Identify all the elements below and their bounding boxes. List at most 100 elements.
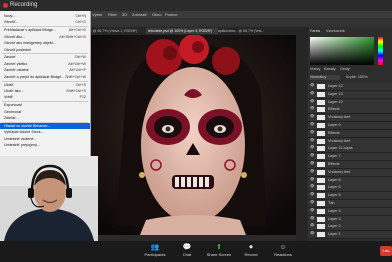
layer-row[interactable]: 👁 Layer 1	[308, 231, 392, 240]
visibility-eye-icon[interactable]: 👁	[310, 223, 314, 227]
layer-row[interactable]: 👁 Layer 2	[308, 223, 392, 232]
visibility-eye-icon[interactable]: 👁	[310, 169, 314, 173]
layer-thumbnail	[317, 185, 325, 191]
layer-row[interactable]: 👁 Vnútorný tieň	[308, 168, 392, 177]
visibility-eye-icon[interactable]: 👁	[310, 122, 314, 126]
right-panels: Farba Vzorkovník Vrstvy Kanály Cesty Nor…	[296, 27, 392, 241]
layer-row[interactable]: 👁 Layer 3	[308, 215, 392, 224]
visibility-eye-icon[interactable]: 👁	[310, 208, 314, 212]
menubar-item[interactable]: Okno	[152, 12, 162, 17]
layer-thumbnail	[317, 232, 325, 238]
layer-row[interactable]: 👁 Layer 10	[308, 98, 392, 107]
menu-item-shortcut: Ctrl+S	[75, 82, 86, 87]
visibility-eye-icon[interactable]: 👁	[310, 231, 314, 235]
layer-row[interactable]: 👁 Layer 11 kópia	[308, 145, 392, 154]
visibility-eye-icon[interactable]: 👁	[310, 192, 314, 196]
layer-row[interactable]: 👁 Layer 12	[308, 83, 392, 91]
file-menu-item[interactable]: Nový... Ctrl+N	[0, 13, 90, 19]
file-menu-item[interactable]: Exportovať	[0, 102, 90, 108]
file-menu-item[interactable]: Vrátiť F12	[0, 94, 90, 100]
menu-item-shortcut: Alt+Ctrl+W	[68, 61, 86, 66]
leave-button[interactable]: Lea	[380, 246, 392, 256]
participants-button[interactable]: 👥 Participants	[140, 243, 170, 261]
visibility-eye-icon[interactable]: 👁	[310, 106, 314, 110]
webcam-video	[0, 156, 98, 241]
layer-thumbnail	[317, 107, 325, 113]
menubar-item[interactable]: Pomoc	[165, 12, 177, 17]
layer-name: Layer 10	[328, 99, 343, 104]
visibility-eye-icon[interactable]: 👁	[310, 161, 314, 165]
menubar-item[interactable]: Zobraziť	[132, 12, 147, 17]
layer-row[interactable]: 👁 Ťah	[308, 200, 392, 208]
blend-mode-select[interactable]: Normálny	[310, 75, 340, 80]
reactions-button[interactable]: ☺ Reactions	[268, 243, 298, 261]
visibility-eye-icon[interactable]: 👁	[310, 216, 314, 220]
layer-row[interactable]: 👁 Layer 4	[308, 207, 392, 216]
file-menu-item[interactable]: Otvoriť... Ctrl+O	[0, 19, 90, 25]
file-menu-item[interactable]: Hľadať vo službe Behance...	[0, 122, 90, 129]
file-menu-item[interactable]: Vyhľadať Adobe Stock...	[0, 129, 90, 135]
visibility-eye-icon[interactable]: 👁	[310, 145, 314, 149]
menubar-item[interactable]: Filter	[108, 12, 117, 17]
layer-row[interactable]: 👁 Vnútorný tieň	[308, 137, 392, 146]
layer-row[interactable]: 👁 Layer 8	[308, 176, 392, 185]
menu-item-shortcut: Alt+Ctrl+O	[68, 28, 86, 33]
chat-button[interactable]: 💬 Chat	[172, 243, 202, 261]
layer-thumbnail	[317, 91, 325, 97]
layer-row[interactable]: 👁 Effects	[308, 161, 392, 169]
file-menu-item[interactable]: Otvoriť ako... Alt+Shift+Ctrl+O	[0, 34, 90, 40]
hue-slider[interactable]	[378, 37, 383, 65]
tab-document[interactable]: ...@ 66,7% (Vrstva 1, RGB/8*)	[88, 28, 148, 34]
file-menu-item[interactable]: Zavrieť Ctrl+W	[0, 54, 90, 60]
menu-item-shortcut: Shift+Ctrl+W	[65, 74, 86, 79]
menubar-item[interactable]: Výber	[92, 12, 102, 17]
file-menu-item[interactable]: Zavrieť všetko Alt+Ctrl+W	[0, 61, 90, 67]
layer-row[interactable]: 👁 Layer 7	[308, 153, 392, 162]
layer-row[interactable]: 👁 Effects	[308, 129, 392, 138]
panel-tab-channels[interactable]: Kanály	[324, 67, 336, 71]
file-menu-item[interactable]: Otvoriť posledné	[0, 47, 90, 53]
tab-document[interactable]: aplikovana... @ 66,7% (Vrst...	[216, 28, 290, 34]
file-menu-item[interactable]: Zavrieť ostatné Alt+Ctrl+P	[0, 67, 90, 73]
visibility-eye-icon[interactable]: 👁	[310, 130, 314, 134]
visibility-eye-icon[interactable]: 👁	[310, 114, 314, 118]
tab-document-active[interactable]: tetovanie.psd @ 100% (Layer 4, RGB/8*)	[146, 28, 218, 34]
menu-item-shortcut: Alt+Shift+Ctrl+O	[59, 34, 86, 39]
file-menu-item[interactable]: Umiestniť vložené...	[0, 136, 90, 142]
panel-tab-swatches[interactable]: Vzorkovník	[326, 29, 345, 33]
layer-row[interactable]: 👁 Vnútorný tieň	[308, 114, 392, 123]
visibility-eye-icon[interactable]: 👁	[310, 138, 314, 142]
file-menu-item[interactable]: Uložiť ako... Shift+Ctrl+S	[0, 88, 90, 94]
visibility-eye-icon[interactable]: 👁	[310, 83, 314, 87]
file-menu-item[interactable]: Generovať	[0, 109, 90, 115]
visibility-eye-icon[interactable]: 👁	[310, 91, 314, 95]
file-menu-item[interactable]: Zavrieť a prejsť do aplikácie Bridge... S…	[0, 74, 90, 80]
visibility-eye-icon[interactable]: 👁	[310, 99, 314, 103]
file-menu-item[interactable]: Prehľadávať v aplikácii Bridge... Alt+Ctr…	[0, 27, 90, 33]
panel-tab-paths[interactable]: Cesty	[340, 67, 350, 71]
file-menu-item[interactable]: Zdieľať...	[0, 115, 90, 121]
file-menu-item[interactable]: Uložiť Ctrl+S	[0, 82, 90, 88]
image-canvas[interactable]	[86, 35, 296, 235]
layer-name: Vnútorný tieň	[328, 138, 351, 143]
layer-row[interactable]: 👁 Effects	[308, 106, 392, 115]
layer-row[interactable]: 👁 Layer 5	[308, 192, 392, 201]
panel-tab-layers[interactable]: Vrstvy	[310, 67, 320, 71]
layer-row[interactable]: 👁 Layer 6	[308, 184, 392, 193]
record-button[interactable]: ⏺ Record	[236, 243, 266, 261]
file-menu-item[interactable]: Otvoriť ako inteligentný objekt...	[0, 40, 90, 46]
layers-list: 👁 Layer 12 👁 Layer 13 👁 Layer 10 👁 Effects 👁 Vnút…	[296, 83, 392, 240]
panel-tab-color[interactable]: Farba	[310, 29, 320, 33]
share-screen-button[interactable]: ⬆ Share Screen	[204, 243, 234, 261]
layer-row[interactable]: 👁 Layer 13	[308, 90, 392, 99]
visibility-eye-icon[interactable]: 👁	[310, 200, 314, 204]
file-menu-item[interactable]: Umiestniť prepojený...	[0, 142, 90, 148]
visibility-eye-icon[interactable]: 👁	[310, 184, 314, 188]
menubar-item[interactable]: 3D	[122, 12, 127, 17]
visibility-eye-icon[interactable]: 👁	[310, 153, 314, 157]
visibility-eye-icon[interactable]: 👁	[310, 177, 314, 181]
layer-row[interactable]: 👁 Layer 9	[308, 122, 392, 130]
color-picker-field[interactable]	[310, 37, 374, 65]
opacity-field[interactable]: Krytie: 100%	[346, 75, 368, 79]
zoom-top-bar: Recording	[0, 0, 392, 11]
